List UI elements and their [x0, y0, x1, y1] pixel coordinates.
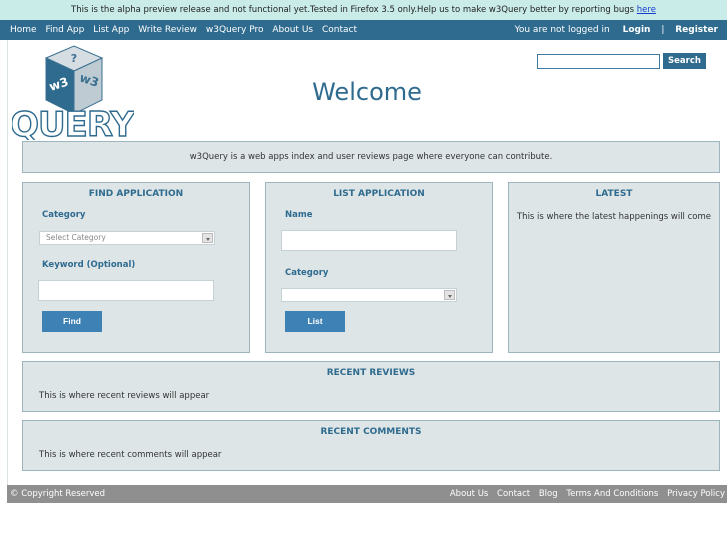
login-link[interactable]: Login	[623, 25, 651, 35]
latest-text: This is where the latest happenings will…	[516, 212, 712, 222]
list-button[interactable]: List	[285, 311, 345, 332]
recent-comments-panel: RECENT COMMENTS This is where recent com…	[22, 420, 720, 471]
page-title: Welcome	[312, 78, 422, 106]
nav-separator: |	[661, 25, 665, 35]
register-link[interactable]: Register	[675, 25, 718, 35]
recent-reviews-title: RECENT REVIEWS	[326, 368, 416, 378]
nav-write-review[interactable]: Write Review	[138, 25, 197, 35]
login-status: You are not logged in	[514, 25, 610, 35]
account-links: You are not logged in Login | Register	[515, 20, 718, 40]
nav-links: Home Find App List App Write Review w3Qu…	[10, 20, 363, 40]
recent-comments-title: RECENT COMMENTS	[320, 427, 422, 437]
find-category-label: Category	[42, 210, 86, 220]
find-application-title: FIND APPLICATION	[88, 189, 184, 199]
list-category-label: Category	[285, 268, 329, 278]
footer-blog[interactable]: Blog	[539, 489, 558, 499]
nav-find-app[interactable]: Find App	[45, 25, 84, 35]
footer-contact[interactable]: Contact	[497, 489, 530, 499]
alpha-notice-bar: This is the alpha preview release and no…	[0, 0, 727, 20]
w3query-logo[interactable]: ? w3 w3 QUERY	[12, 44, 134, 140]
intro-text: w3Query is a web apps index and user rev…	[189, 152, 553, 162]
chevron-down-icon	[444, 290, 455, 300]
keyword-label: Keyword (Optional)	[42, 260, 136, 270]
search-button[interactable]: Search	[663, 53, 706, 69]
find-button[interactable]: Find	[42, 311, 102, 332]
app-name-label: Name	[285, 210, 313, 220]
alpha-notice-text: This is the alpha preview release and no…	[71, 5, 635, 15]
footer: © Copyright Reserved About Us Contact Bl…	[7, 485, 727, 503]
find-application-panel: FIND APPLICATION Category Select Categor…	[22, 182, 250, 353]
nav-home[interactable]: Home	[10, 25, 37, 35]
nav-w3query-pro[interactable]: w3Query Pro	[206, 25, 264, 35]
footer-privacy-policy[interactable]: Privacy Policy	[667, 489, 725, 499]
recent-reviews-text: This is where recent reviews will appear	[39, 391, 210, 401]
keyword-input[interactable]	[38, 280, 214, 301]
cube-top-text: ?	[71, 52, 77, 65]
list-application-panel: LIST APPLICATION Name Category List	[265, 182, 493, 353]
list-category-select[interactable]	[281, 288, 457, 302]
intro-panel: w3Query is a web apps index and user rev…	[22, 141, 720, 173]
chevron-down-icon	[202, 233, 213, 243]
footer-about-us[interactable]: About Us	[450, 489, 488, 499]
recent-reviews-panel: RECENT REVIEWS This is where recent revi…	[22, 361, 720, 412]
footer-terms[interactable]: Terms And Conditions	[566, 489, 658, 499]
copyright-text: © Copyright Reserved	[10, 489, 105, 499]
nav-list-app[interactable]: List App	[93, 25, 129, 35]
nav-about-us[interactable]: About Us	[272, 25, 313, 35]
report-bugs-link[interactable]: here	[637, 5, 656, 15]
nav-contact[interactable]: Contact	[322, 25, 357, 35]
app-name-input[interactable]	[281, 230, 457, 251]
find-category-select-value: Select Category	[46, 233, 106, 242]
find-category-select[interactable]: Select Category	[39, 231, 215, 245]
list-application-title: LIST APPLICATION	[333, 189, 425, 199]
recent-comments-text: This is where recent comments will appea…	[39, 450, 222, 460]
search-input[interactable]	[537, 54, 660, 69]
footer-links: About Us Contact Blog Terms And Conditio…	[444, 485, 725, 503]
top-navigation: Home Find App List App Write Review w3Qu…	[0, 20, 727, 40]
latest-panel: LATEST This is where the latest happenin…	[508, 182, 720, 353]
logo-wordmark: QUERY	[12, 105, 134, 140]
latest-title: LATEST	[595, 189, 633, 199]
